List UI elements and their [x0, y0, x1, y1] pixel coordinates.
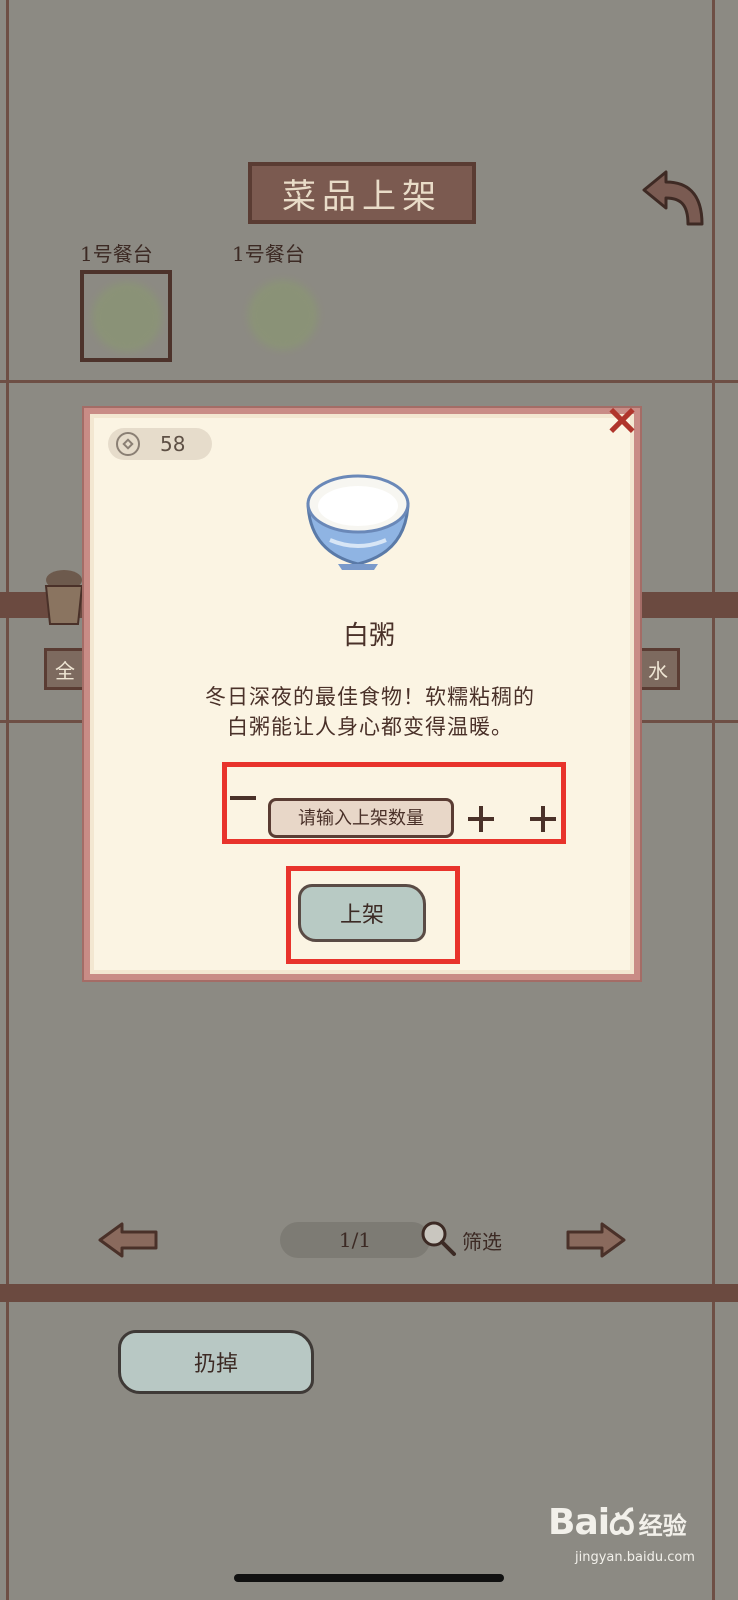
- page-indicator: 1/1: [280, 1222, 430, 1258]
- porridge-bowl-icon: [306, 474, 410, 570]
- dish-name: 白粥: [342, 621, 395, 651]
- right-frame-line: [712, 0, 715, 1600]
- description-line-2: 白粥能让人身心都变得温暖。: [227, 715, 513, 739]
- table-dish-2[interactable]: [248, 280, 318, 350]
- table-label-1: 1号餐台: [80, 242, 153, 266]
- description-line-1: 冬日深夜的最佳食物！软糯粘稠的: [205, 685, 535, 709]
- top-divider: [0, 380, 738, 383]
- coin-balance: 58: [108, 428, 212, 460]
- tab-water[interactable]: 水: [636, 648, 680, 690]
- watermark-sub: 经验: [638, 1512, 687, 1540]
- next-page-arrow-icon[interactable]: [564, 1220, 628, 1260]
- shelve-highlight-box: [286, 866, 460, 964]
- table-label-2: 1号餐台: [232, 242, 305, 266]
- home-indicator[interactable]: [234, 1574, 504, 1582]
- filter-button[interactable]: 筛选: [462, 1226, 502, 1255]
- quantity-highlight-box: [222, 762, 566, 844]
- coin-icon: [116, 432, 140, 456]
- search-icon[interactable]: [418, 1218, 458, 1258]
- back-arrow-icon[interactable]: [640, 166, 706, 228]
- tab-all[interactable]: 全: [44, 648, 86, 690]
- discard-button[interactable]: 扔掉: [118, 1330, 314, 1394]
- watermark-logo: Baiద: [548, 1502, 634, 1543]
- bottom-shelf: [0, 1284, 738, 1302]
- coin-count: 58: [160, 432, 186, 456]
- left-frame-line: [6, 0, 9, 1600]
- watermark-url: jingyan.baidu.com: [575, 1550, 695, 1565]
- baidu-jingyan-watermark: Baiద 经验: [548, 1502, 687, 1552]
- close-icon[interactable]: ✕: [604, 402, 640, 442]
- page-title: 菜品上架: [248, 162, 476, 224]
- table-dish-1: [92, 282, 162, 352]
- dish-description: 冬日深夜的最佳食物！软糯粘稠的 白粥能让人身心都变得温暖。: [150, 682, 590, 742]
- prev-page-arrow-icon[interactable]: [96, 1220, 160, 1260]
